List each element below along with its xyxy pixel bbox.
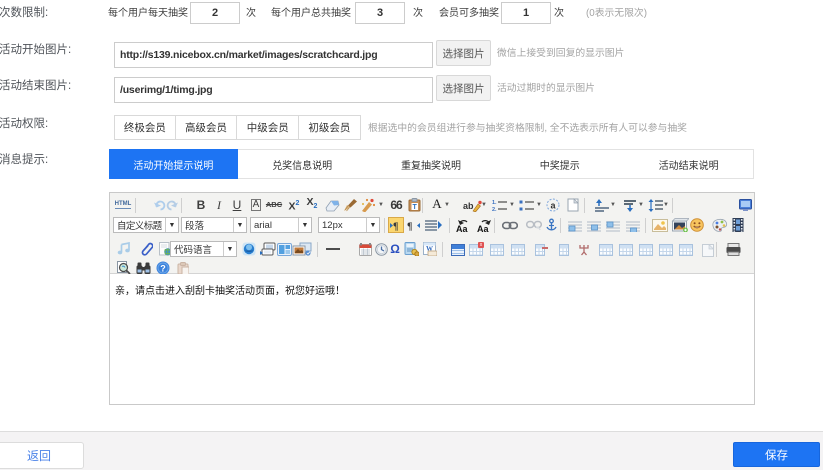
svg-text:1.: 1. [492, 200, 497, 206]
svg-text:Aa: Aa [456, 224, 468, 232]
svg-text:ab: ab [463, 201, 474, 211]
svg-text:?: ? [160, 264, 166, 274]
svg-text:¶: ¶ [393, 221, 398, 231]
svg-text:a: a [550, 201, 556, 211]
svg-text:T: T [412, 204, 417, 211]
svg-text:2.: 2. [492, 207, 497, 212]
svg-text:¶: ¶ [407, 221, 412, 231]
svg-text:Aa: Aa [477, 224, 489, 232]
